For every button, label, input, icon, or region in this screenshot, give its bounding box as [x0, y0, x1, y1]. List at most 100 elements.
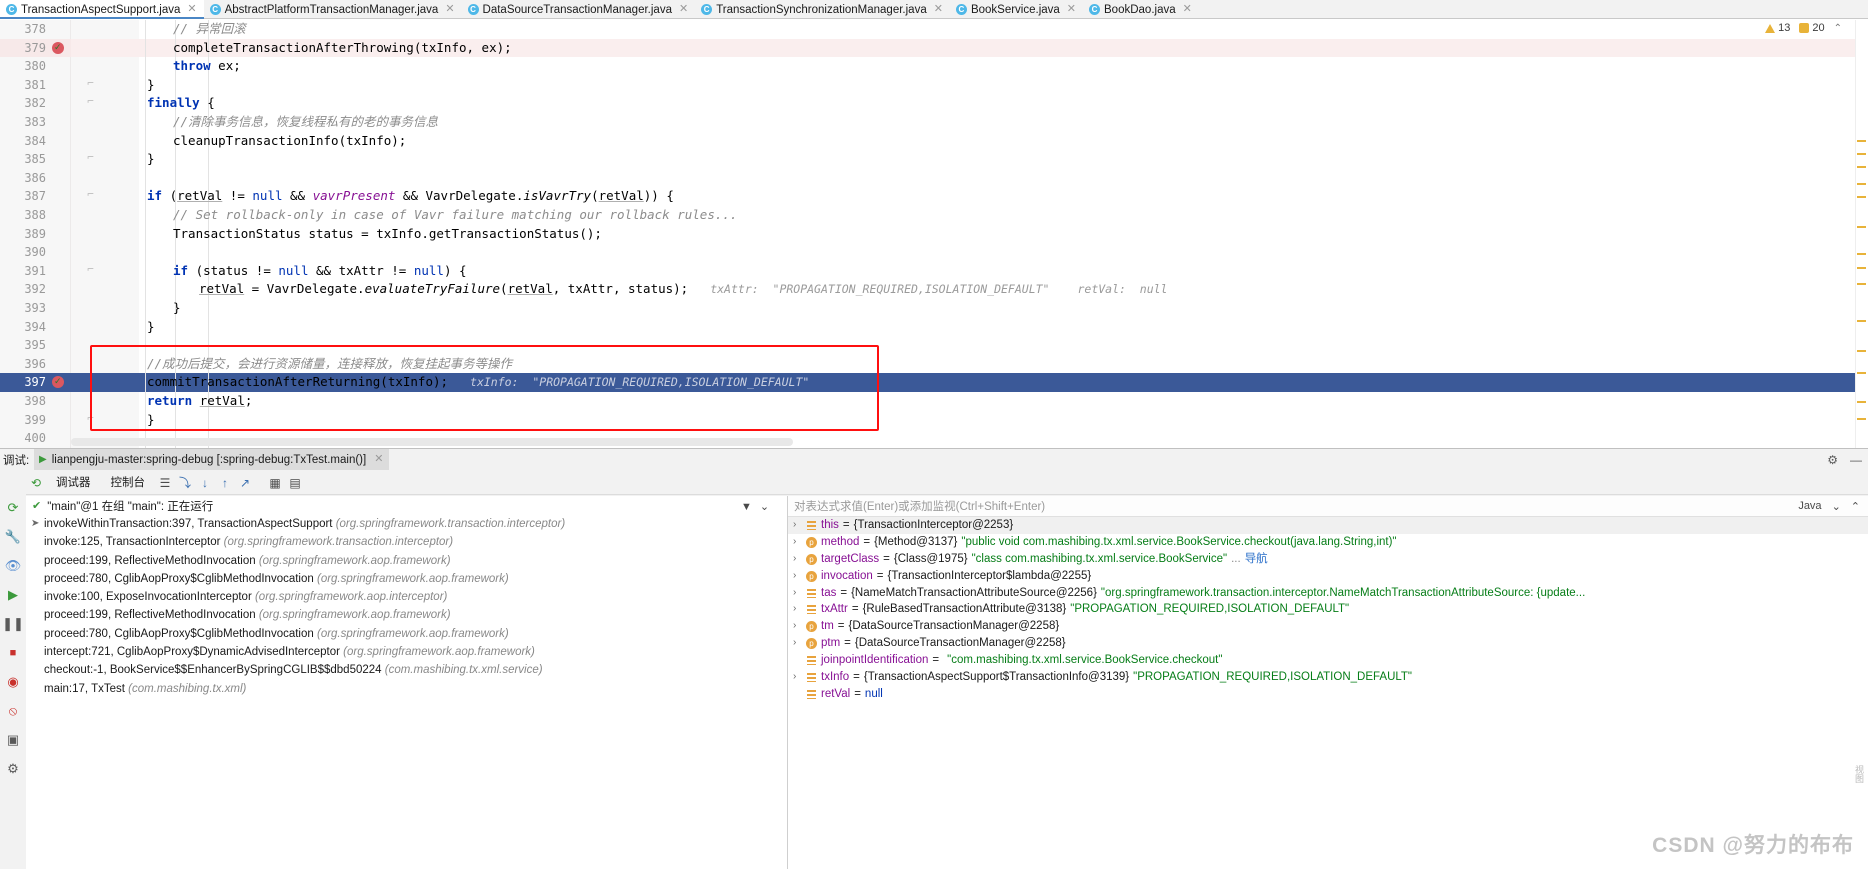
expand-chevron-icon[interactable]: › — [793, 669, 802, 686]
editor-tab-0[interactable]: C TransactionAspectSupport.java ✕ — [0, 0, 204, 19]
filter-icon[interactable]: ▼ — [741, 501, 752, 513]
rerun-icon[interactable]: ⟳ — [4, 499, 22, 517]
settings-icon[interactable]: ⚙ — [4, 760, 22, 778]
code-line[interactable]: 394} — [0, 317, 1868, 337]
expand-chevron-icon[interactable]: › — [793, 618, 802, 635]
close-icon[interactable]: ✕ — [187, 4, 196, 15]
variables-header-actions[interactable]: Java ⌄ ⌃ — [1798, 500, 1868, 513]
inspection-widget[interactable]: 13 20 ⌃ — [1765, 22, 1842, 34]
frames-panel[interactable]: ✔ "main"@1 在组 "main": 正在运行 ➤ invokeWithin… — [26, 496, 788, 869]
variables-list[interactable]: › this = {TransactionInterceptor@2253} › p met… — [788, 517, 1868, 703]
code-line[interactable]: 379 completeTransactionAfterThrowing(txIn… — [0, 38, 1868, 57]
expand-chevron-icon[interactable]: › — [793, 601, 802, 618]
close-icon[interactable]: ✕ — [934, 4, 943, 15]
variable-row[interactable]: › p ptm = {DataSourceTransactionManager@2258… — [788, 635, 1868, 652]
editor-tab-2[interactable]: C DataSourceTransactionManager.java ✕ — [462, 0, 696, 19]
variable-row[interactable]: › tas = {NameMatchTransactionAttributeSourc… — [788, 585, 1868, 602]
variable-row[interactable]: › p invocation = {TransactionInterceptor$lam… — [788, 568, 1868, 585]
code-line[interactable]: 386 — [0, 168, 1868, 188]
frame-item[interactable]: main:17, TxTest (com.mashibing.tx.xml) — [26, 680, 787, 698]
breakpoints-icon[interactable]: ⦸ — [4, 702, 22, 720]
frames-filter-group[interactable]: ▼ ⌄ — [735, 497, 776, 516]
restore-layout-icon[interactable]: ⟲ — [26, 473, 46, 493]
chevron-down-icon[interactable]: ⌄ — [1832, 500, 1841, 513]
frames-list[interactable]: ➤ invokeWithinTransaction:397, Transactio… — [26, 515, 787, 698]
frame-item[interactable]: invoke:125, TransactionInterceptor (org.… — [26, 533, 787, 551]
gear-icon[interactable]: ⚙ — [1827, 453, 1838, 467]
code-line[interactable]: 398 return retVal; — [0, 392, 1868, 411]
editor-tab-3[interactable]: C TransactionSynchronizationManager.java ✕ — [695, 0, 950, 19]
editor-tab-5[interactable]: C BookDao.java ✕ — [1083, 0, 1199, 19]
code-line[interactable]: 397 commitTransactionAfterReturning(txInf… — [0, 373, 1868, 392]
code-line[interactable]: 383 //清除事务信息，恢复线程私有的老的事务信息 — [0, 113, 1868, 132]
camera-icon[interactable]: ▣ — [4, 731, 22, 749]
frames-view-icon[interactable]: ▤ — [285, 473, 305, 493]
wrench-icon[interactable]: 🔧 — [4, 528, 22, 546]
expand-chevron-icon[interactable]: › — [793, 517, 802, 534]
stop-icon[interactable]: ■ — [4, 644, 22, 662]
debug-header-actions[interactable]: ⚙ — — [1827, 449, 1862, 470]
close-icon[interactable]: ✕ — [679, 4, 688, 15]
code-line[interactable]: 381 ⌐} — [0, 75, 1868, 95]
editor-tab-1[interactable]: C AbstractPlatformTransactionManager.java… — [204, 0, 462, 19]
code-line[interactable]: 396 //成功后提交，会进行资源储量，连接释放，恢复挂起事务等操作 — [0, 354, 1868, 374]
code-line[interactable]: 399 ⌐} — [0, 410, 1868, 430]
variable-row[interactable]: › p targetClass = {Class@1975} "class com.ma… — [788, 551, 1868, 568]
expand-chevron-icon[interactable]: › — [793, 551, 802, 568]
variable-row[interactable]: › this = {TransactionInterceptor@2253} — [788, 517, 1868, 534]
frame-item[interactable]: proceed:199, ReflectiveMethodInvocation … — [26, 552, 787, 570]
code-line[interactable]: 395 — [0, 336, 1868, 355]
resume-icon[interactable]: ▶ — [4, 586, 22, 604]
watch-input-placeholder[interactable]: 对表达式求值(Enter)或添加监视(Ctrl+Shift+Enter) — [794, 498, 1045, 514]
expand-chevron-icon[interactable]: › — [793, 585, 802, 602]
debug-session-tab[interactable]: ▶ lianpengju-master:spring-debug [:sprin… — [34, 449, 390, 470]
language-label[interactable]: Java — [1798, 500, 1821, 512]
chevron-up-icon[interactable]: ⌃ — [1834, 23, 1842, 34]
fold-marker-icon[interactable]: ⌐ — [86, 98, 95, 107]
frame-item[interactable]: invoke:100, ExposeInvocationInterceptor … — [26, 588, 787, 606]
breakpoint-icon[interactable] — [52, 39, 64, 57]
weak-warning-count-group[interactable]: 20 — [1799, 22, 1825, 34]
code-line[interactable]: 382 ⌐ finally { — [0, 94, 1868, 113]
fold-marker-icon[interactable]: ⌐ — [86, 414, 95, 424]
variable-row[interactable]: › txAttr = {RuleBasedTransactionAttribute@3… — [788, 601, 1868, 618]
close-icon[interactable]: ✕ — [1183, 4, 1192, 15]
pause-icon[interactable]: ❚❚ — [2, 615, 24, 633]
code-line[interactable]: 385 ⌐} — [0, 150, 1868, 169]
variable-row[interactable]: joinpointIdentification = "com.mashibing.t… — [788, 652, 1868, 669]
run-to-cursor-icon[interactable]: ↗ — [235, 473, 255, 493]
code-line[interactable]: 390 — [0, 243, 1868, 262]
frame-item[interactable]: proceed:780, CglibAopProxy$CglibMethodIn… — [26, 570, 787, 588]
code-line[interactable]: 387 ⌐ if (retVal != null && vavrPresent &&… — [0, 187, 1868, 206]
code-line[interactable]: 393} — [0, 299, 1868, 318]
code-line[interactable]: 389 TransactionStatus status = txInfo.get… — [0, 224, 1868, 244]
frame-item[interactable]: proceed:780, CglibAopProxy$CglibMethodIn… — [26, 625, 787, 643]
expand-chevron-icon[interactable]: › — [793, 635, 802, 652]
fold-marker-icon[interactable]: ⌐ — [86, 191, 95, 200]
step-out-icon[interactable]: ↑ — [215, 473, 235, 493]
close-icon[interactable]: ✕ — [445, 4, 454, 15]
frames-header[interactable]: ✔ "main"@1 在组 "main": 正在运行 — [26, 496, 787, 515]
eye-icon[interactable]: 👁 — [4, 557, 22, 575]
editor-error-stripe[interactable] — [1855, 20, 1868, 448]
fold-marker-icon[interactable]: ⌐ — [86, 265, 95, 275]
variable-row[interactable]: › p method = {Method@3137} "public void com.… — [788, 534, 1868, 551]
debug-side-toolbar[interactable]: ⟳ 🔧 👁 ▶ ❚❚ ■ ◉ ⦸ ▣ ⚙ — [0, 471, 26, 869]
tab-console[interactable]: 控制台 — [101, 471, 156, 495]
warning-count-group[interactable]: 13 — [1765, 22, 1790, 34]
expand-chevron-icon[interactable]: › — [793, 568, 802, 585]
navigate-link[interactable]: 导航 — [1245, 551, 1268, 568]
frame-item[interactable]: proceed:199, ReflectiveMethodInvocation … — [26, 606, 787, 624]
variable-row[interactable]: retVal = null — [788, 686, 1868, 703]
chevron-down-icon[interactable]: ⌄ — [760, 500, 769, 513]
frame-item[interactable]: ➤ invokeWithinTransaction:397, Transactio… — [26, 515, 787, 533]
frame-item[interactable]: checkout:-1, BookService$$EnhancerBySpri… — [26, 661, 787, 679]
breakpoint-icon[interactable] — [52, 373, 64, 392]
chevron-up-icon[interactable]: ⌃ — [1851, 500, 1860, 513]
code-line[interactable]: 391 ⌐ if (status != null && txAttr != null… — [0, 261, 1868, 281]
editor-tab-4[interactable]: C BookService.java ✕ — [950, 0, 1083, 19]
variable-row[interactable]: › p tm = {DataSourceTransactionManager@2258} — [788, 618, 1868, 635]
code-line[interactable]: 380 throw ex; — [0, 57, 1868, 76]
mute-breakpoints-icon[interactable]: ◉ — [4, 673, 22, 691]
expand-chevron-icon[interactable]: › — [793, 534, 802, 551]
